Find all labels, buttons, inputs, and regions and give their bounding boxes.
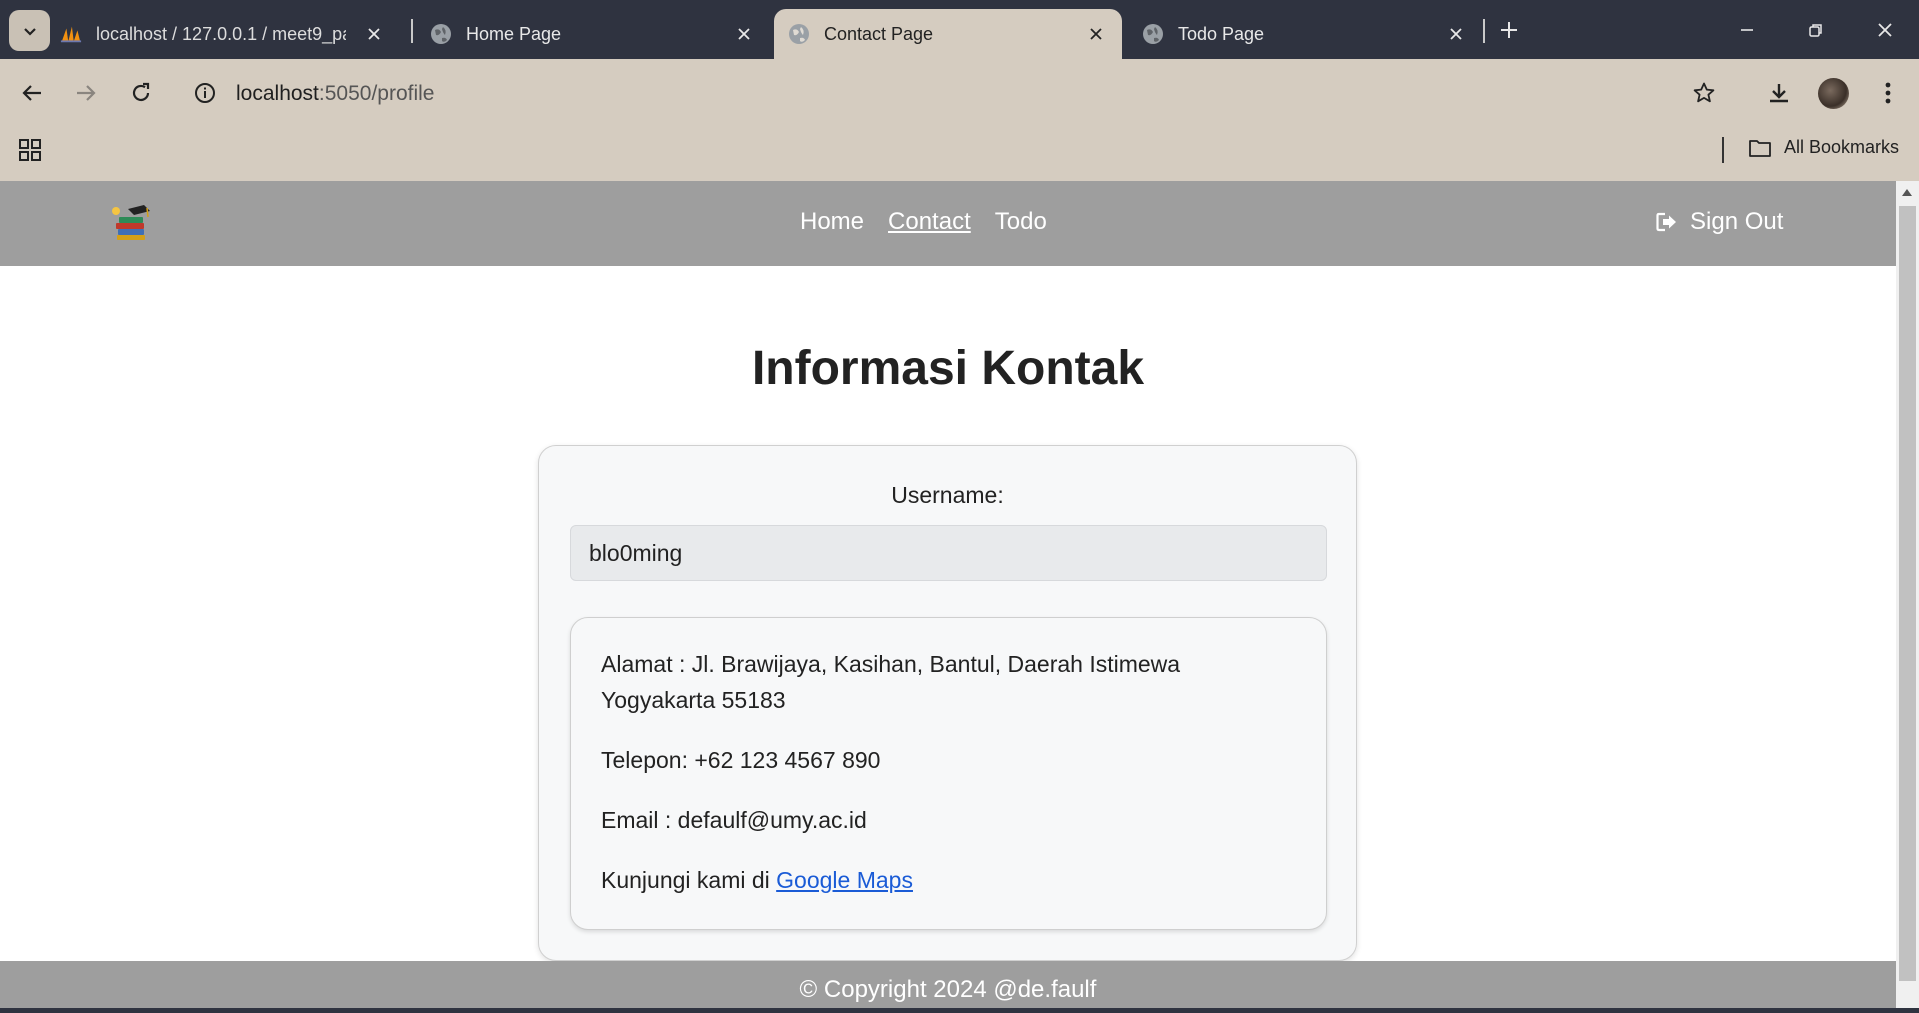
close-icon: [1878, 23, 1892, 37]
address-bar[interactable]: localhost:5050/profile: [236, 82, 434, 106]
new-tab-button[interactable]: [1495, 16, 1523, 44]
tab-search-button[interactable]: [9, 10, 50, 51]
sign-out-icon: [1656, 212, 1676, 232]
all-bookmarks-button[interactable]: All Bookmarks: [1748, 137, 1899, 158]
back-button[interactable]: [14, 75, 50, 111]
sign-out-button[interactable]: Sign Out: [1656, 208, 1783, 236]
star-icon: [1693, 82, 1715, 103]
tab-title: Home Page: [466, 23, 562, 44]
globe-icon: [1142, 23, 1164, 45]
more-vertical-icon: [1885, 82, 1891, 104]
visit-prefix: Kunjungi kami di: [601, 867, 777, 893]
page-title: Informasi Kontak: [751, 342, 1145, 395]
restore-button[interactable]: [1800, 14, 1832, 46]
plus-icon: [1501, 22, 1517, 38]
browser-toolbar: localhost:5050/profile All Bookmarks: [0, 59, 1919, 181]
site-navbar: Home Contact Todo Sign Out: [0, 181, 1896, 266]
browser-tab-strip: localhost / 127.0.0.1 / meet9_pa Home Pa…: [0, 0, 1919, 59]
close-icon[interactable]: [1084, 22, 1108, 46]
site-logo[interactable]: [110, 201, 154, 245]
restore-icon: [1809, 24, 1822, 37]
sign-out-label: Sign Out: [1690, 208, 1784, 235]
close-icon[interactable]: [1444, 22, 1468, 46]
forward-button[interactable]: [68, 75, 104, 111]
username-field[interactable]: blo0ming: [570, 525, 1327, 581]
site-footer: © Copyright 2024 @de.faulf: [0, 961, 1896, 1013]
reload-icon: [132, 82, 150, 102]
all-bookmarks-label: All Bookmarks: [1784, 137, 1900, 157]
globe-icon: [430, 23, 452, 45]
url-host: localhost: [236, 82, 319, 105]
nav-links: Home Contact Todo: [800, 208, 1047, 236]
contact-info-box: Alamat : Jl. Brawijaya, Kasihan, Bantul,…: [570, 617, 1327, 930]
minimize-icon: [1741, 29, 1753, 31]
contact-card: Username: blo0ming Alamat : Jl. Brawijay…: [538, 445, 1357, 961]
globe-icon: [788, 23, 810, 45]
arrow-right-icon: [77, 85, 96, 101]
phone-text: Telepon: +62 123 4567 890: [601, 747, 881, 773]
tab-contact[interactable]: Contact Page: [774, 9, 1122, 59]
url-path: :5050/profile: [318, 82, 435, 105]
avatar[interactable]: [1818, 78, 1849, 109]
tab-title: localhost / 127.0.0.1 / meet9_pa: [96, 23, 346, 44]
tab-todo[interactable]: Todo Page: [1142, 9, 1482, 59]
page-viewport: Home Contact Todo Sign Out Informasi Kon…: [0, 181, 1896, 1013]
page-scrollbar[interactable]: [1896, 181, 1919, 1013]
books-logo-icon: [112, 205, 150, 240]
nav-link-todo[interactable]: Todo: [995, 208, 1047, 236]
username-label: Username:: [891, 482, 1004, 508]
bookmarks-separator: [1722, 137, 1724, 163]
folder-icon: [1749, 139, 1771, 157]
downloads-button[interactable]: [1761, 75, 1797, 111]
window-bottom-edge: [0, 1008, 1919, 1013]
scroll-up-arrow[interactable]: [1902, 189, 1912, 196]
tab-separator: [411, 19, 413, 43]
bookmark-star-button[interactable]: [1686, 75, 1722, 111]
chevron-down-icon: [23, 27, 36, 36]
visit-text: Kunjungi kami di Google Maps: [601, 862, 1296, 898]
close-window-button[interactable]: [1869, 14, 1901, 46]
google-maps-link[interactable]: Google Maps: [776, 867, 913, 893]
address-text: Alamat : Jl. Brawijaya, Kasihan, Bantul,…: [601, 651, 1181, 713]
tab-phpmyadmin[interactable]: localhost / 127.0.0.1 / meet9_pa: [60, 9, 400, 59]
arrow-left-icon: [22, 85, 41, 101]
apps-grid-icon[interactable]: [18, 138, 42, 162]
minimize-button[interactable]: [1731, 14, 1763, 46]
site-info-icon[interactable]: [193, 81, 217, 105]
tab-separator: [1483, 19, 1485, 43]
download-icon: [1770, 84, 1788, 103]
tab-title: Todo Page: [1178, 23, 1265, 44]
tab-title: Contact Page: [824, 23, 934, 44]
email-text: Email : defaulf@umy.ac.id: [601, 807, 867, 833]
close-icon[interactable]: [362, 22, 386, 46]
browser-menu-button[interactable]: [1870, 75, 1906, 111]
nav-link-contact[interactable]: Contact: [888, 208, 971, 236]
nav-link-home[interactable]: Home: [800, 208, 864, 236]
phpmyadmin-icon: [60, 23, 82, 45]
tab-home[interactable]: Home Page: [430, 9, 770, 59]
reload-button[interactable]: [123, 75, 159, 111]
close-icon[interactable]: [732, 22, 756, 46]
scrollbar-thumb[interactable]: [1899, 206, 1916, 981]
